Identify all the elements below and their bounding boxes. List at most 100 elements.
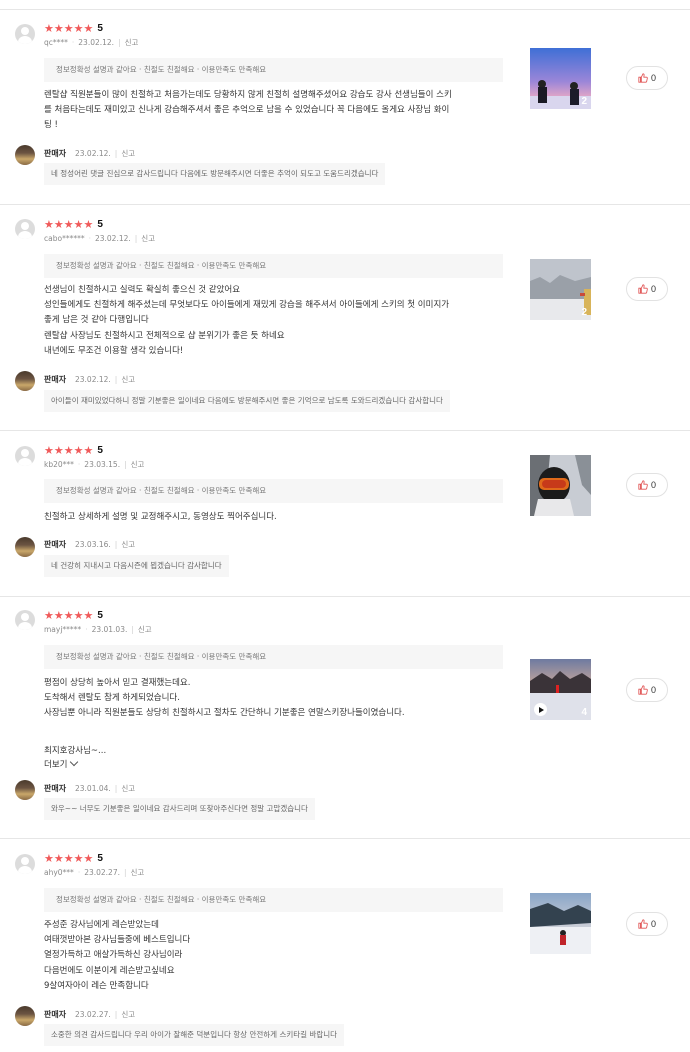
seller-avatar bbox=[15, 1006, 35, 1026]
photo-count: 2 bbox=[581, 96, 587, 107]
reviewer-id: ahy0*** bbox=[44, 868, 74, 877]
star-icons: ★★★★★ bbox=[44, 608, 94, 622]
report-link[interactable]: 신고 bbox=[131, 460, 145, 469]
star-icons: ★★★★★ bbox=[44, 443, 94, 457]
like-button[interactable]: 0 bbox=[626, 277, 668, 301]
review-body: 선생님이 친절하시고 실력도 확실히 좋으신 것 같았어요 성인들에게도 친절하… bbox=[44, 285, 450, 356]
seller-name: 판매자 bbox=[44, 540, 67, 549]
review-photo[interactable]: 2 bbox=[530, 48, 591, 109]
thumbs-up-icon bbox=[638, 685, 648, 695]
like-button[interactable]: 0 bbox=[626, 912, 668, 936]
rating-score: 5 bbox=[97, 444, 103, 456]
user-avatar bbox=[15, 610, 35, 630]
review-meta: ahy0*** · 23.02.27. | 신고 bbox=[44, 868, 145, 877]
reviewer-id: kb20*** bbox=[44, 460, 74, 469]
review-date: 23.02.12. bbox=[78, 38, 115, 47]
report-link[interactable]: 신고 bbox=[138, 625, 152, 634]
reviewer-id: cabo****** bbox=[44, 234, 85, 243]
thumbs-up-icon bbox=[638, 73, 648, 83]
user-avatar bbox=[15, 24, 35, 44]
review-video[interactable]: 4 bbox=[530, 659, 591, 720]
seller-name: 판매자 bbox=[44, 149, 67, 158]
star-icons: ★★★★★ bbox=[44, 851, 94, 865]
rating-score: 5 bbox=[97, 609, 103, 621]
like-count: 0 bbox=[650, 919, 656, 929]
report-link[interactable]: 신고 bbox=[121, 149, 135, 158]
photo-count: 2 bbox=[581, 307, 587, 318]
like-count: 0 bbox=[650, 73, 656, 83]
seller-meta: 23.03.16. | 신고 bbox=[75, 540, 136, 549]
like-button[interactable]: 0 bbox=[626, 66, 668, 90]
user-avatar bbox=[15, 219, 35, 239]
report-link[interactable]: 신고 bbox=[121, 540, 135, 549]
seller-avatar bbox=[15, 780, 35, 800]
star-icons: ★★★★★ bbox=[44, 217, 94, 231]
star-rating: ★★★★★ 5 bbox=[44, 609, 103, 621]
review-date: 23.03.15. bbox=[84, 460, 121, 469]
thumbs-up-icon bbox=[638, 284, 648, 294]
star-icons: ★★★★★ bbox=[44, 21, 94, 35]
review-meta: mayj***** · 23.01.03. | 신고 bbox=[44, 625, 152, 634]
review-meta: kb20*** · 23.03.15. | 신고 bbox=[44, 460, 145, 469]
more-button[interactable]: 더보기 bbox=[44, 757, 79, 770]
seller-name: 판매자 bbox=[44, 784, 67, 793]
review-date: 23.02.12. bbox=[94, 234, 131, 243]
like-count: 0 bbox=[650, 284, 656, 294]
divider bbox=[0, 596, 690, 597]
thumbs-up-icon bbox=[638, 480, 648, 490]
report-link[interactable]: 신고 bbox=[121, 375, 135, 384]
play-icon[interactable] bbox=[534, 703, 547, 716]
divider bbox=[0, 430, 690, 431]
review-tags: 정보정확성 설명과 같아요 · 친절도 친절해요 · 이용만족도 만족해요 bbox=[44, 479, 503, 503]
user-avatar bbox=[15, 854, 35, 874]
review-body: 평점이 상당히 높아서 믿고 결재했는데요. 도착해서 렌탈도 참게 하게되었습… bbox=[44, 678, 405, 756]
seller-reply: 와우~~ 너무도 기분좋은 일이네요 감사드리며 또찾아주신다면 정말 고맙겠습… bbox=[44, 798, 315, 820]
review-date: 23.02.27. bbox=[84, 868, 120, 877]
divider bbox=[0, 9, 690, 10]
chevron-down-icon bbox=[70, 757, 79, 767]
divider bbox=[0, 204, 690, 205]
like-button[interactable]: 0 bbox=[626, 678, 668, 702]
review-body: 주성준 강사님에게 레슨받았는데 여태껏받아본 강사님들중에 베스트입니다 열정… bbox=[44, 920, 191, 991]
review-meta: qc**** · 23.02.12. | 신고 bbox=[44, 38, 139, 47]
review-tags: 정보정확성 설명과 같아요 · 친절도 친절해요 · 이용만족도 만족해요 bbox=[44, 58, 503, 82]
review-photo[interactable]: 2 bbox=[530, 259, 591, 320]
seller-meta: 23.02.12. | 신고 bbox=[75, 375, 136, 384]
review-tags: 정보정확성 설명과 같아요 · 친절도 친절해요 · 이용만족도 만족해요 bbox=[44, 645, 503, 669]
seller-name: 판매자 bbox=[44, 1010, 67, 1019]
seller-reply: 네 건강히 지내시고 다음시즌에 뵙겠습니다 감사합니다 bbox=[44, 555, 229, 577]
like-count: 0 bbox=[650, 480, 656, 490]
seller-avatar bbox=[15, 145, 35, 165]
report-link[interactable]: 신고 bbox=[141, 234, 155, 243]
rating-score: 5 bbox=[97, 22, 103, 34]
review-photo[interactable] bbox=[530, 455, 591, 516]
seller-reply: 네 정성어린 댓글 진심으로 감사드립니다 다음에도 방문해주시면 더좋은 추억… bbox=[44, 163, 386, 185]
review-tags: 정보정확성 설명과 같아요 · 친절도 친절해요 · 이용만족도 만족해요 bbox=[44, 888, 503, 912]
seller-reply: 소중한 의견 감사드립니다 우리 아이가 잘해준 덕분입니다 항상 안전하게 스… bbox=[44, 1024, 345, 1046]
reviewer-id: mayj***** bbox=[44, 625, 82, 634]
reviewer-id: qc**** bbox=[44, 38, 68, 47]
report-link[interactable]: 신고 bbox=[121, 1010, 135, 1019]
review-date: 23.01.03. bbox=[91, 625, 128, 634]
report-link[interactable]: 신고 bbox=[125, 38, 139, 47]
seller-meta: 23.02.27. | 신고 bbox=[75, 1010, 136, 1019]
star-rating: ★★★★★ 5 bbox=[44, 218, 103, 230]
user-avatar bbox=[15, 446, 35, 466]
thumbs-up-icon bbox=[638, 919, 648, 929]
report-link[interactable]: 신고 bbox=[121, 784, 135, 793]
seller-meta: 23.01.04. | 신고 bbox=[75, 784, 136, 793]
seller-avatar bbox=[15, 371, 35, 391]
review-photo[interactable] bbox=[530, 893, 591, 954]
divider bbox=[0, 838, 690, 839]
like-button[interactable]: 0 bbox=[626, 473, 668, 497]
seller-meta: 23.02.12. | 신고 bbox=[75, 149, 136, 158]
review-meta: cabo****** · 23.02.12. | 신고 bbox=[44, 234, 156, 243]
review-body: 친절하고 상세하게 설명 및 교정해주시고, 동영상도 찍어주십니다. bbox=[44, 512, 277, 522]
report-link[interactable]: 신고 bbox=[131, 868, 145, 877]
photo-count: 4 bbox=[581, 707, 587, 718]
seller-reply: 아이들이 재미있었다하니 정말 기분좋은 일이네요 다음에도 방문해주시면 좋은… bbox=[44, 390, 450, 412]
seller-name: 판매자 bbox=[44, 375, 67, 384]
star-rating: ★★★★★ 5 bbox=[44, 852, 103, 864]
seller-avatar bbox=[15, 537, 35, 557]
review-body: 렌탈샵 직원분들이 많이 친절하고 처음가는데도 당황하지 않게 친절히 설명해… bbox=[44, 90, 452, 131]
